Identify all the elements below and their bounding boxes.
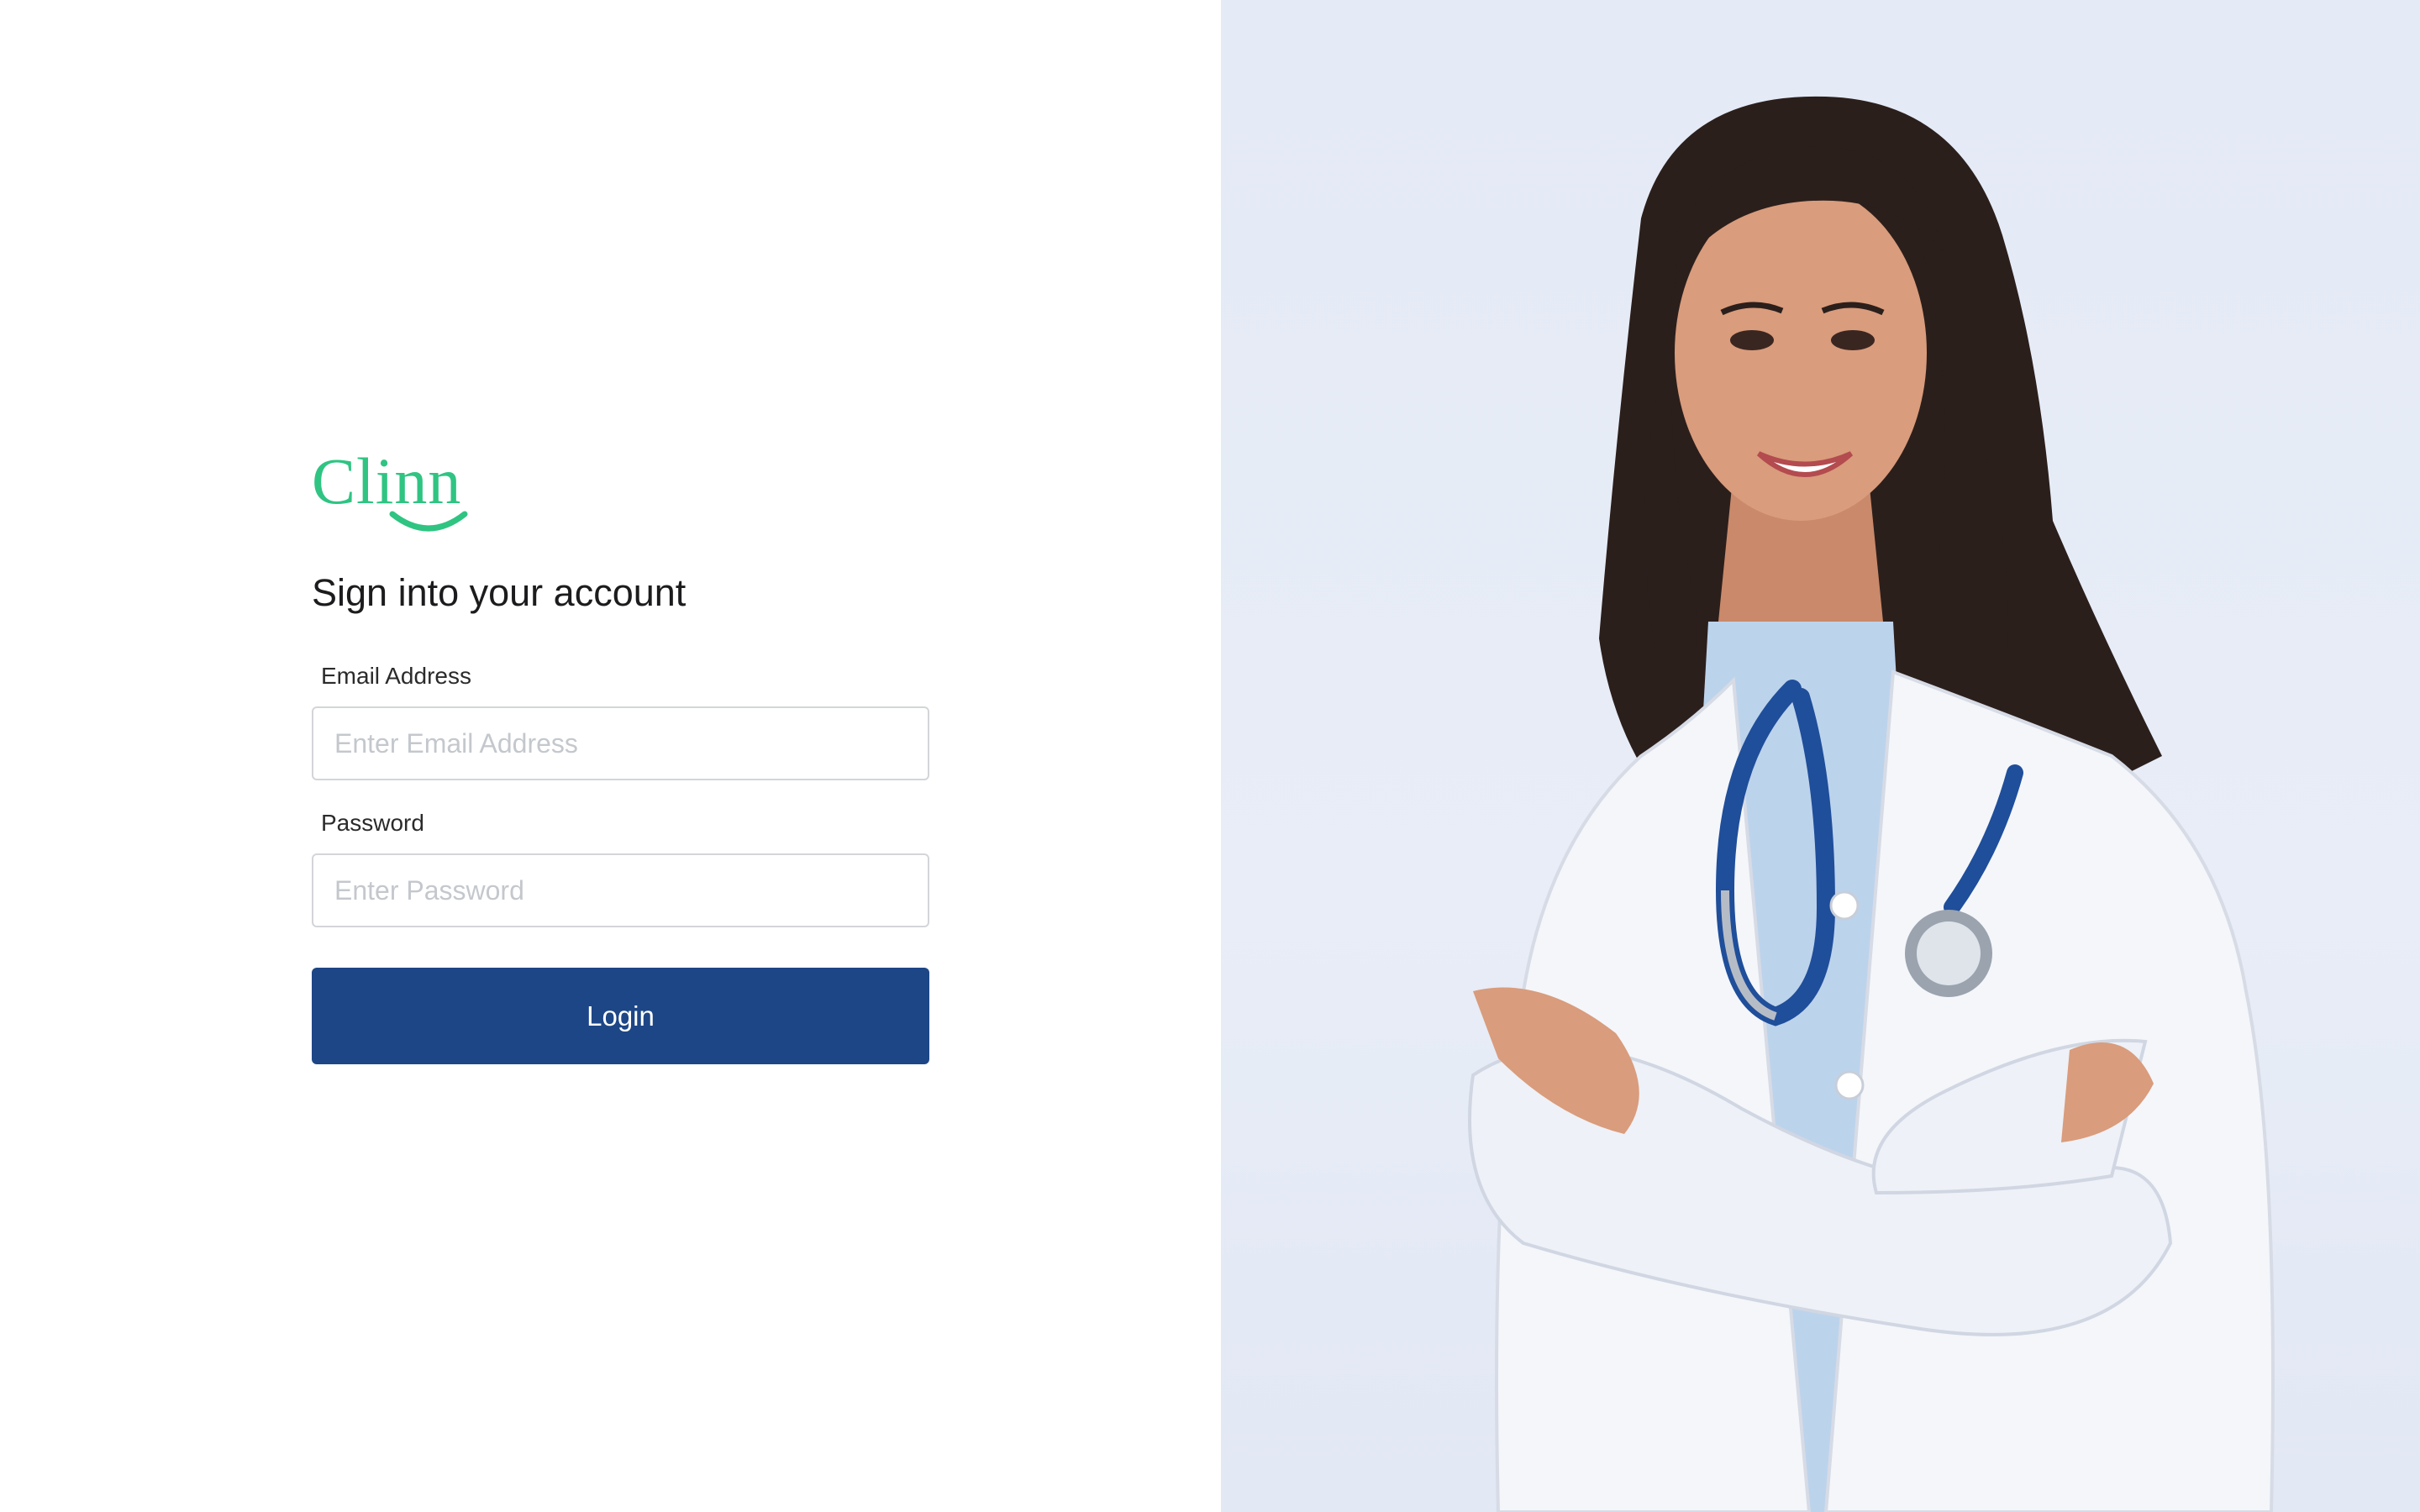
brand-logo: Clinn — [312, 445, 480, 533]
page-title: Sign into your account — [312, 571, 687, 614]
smile-icon — [389, 511, 468, 532]
doctor-photo — [1468, 96, 2275, 1512]
email-field[interactable] — [312, 706, 929, 780]
login-page: Clinn Sign into your account Email Addre… — [0, 0, 2420, 1512]
hero-panel — [1221, 0, 2420, 1512]
login-form: Clinn Sign into your account Email Addre… — [312, 445, 929, 1064]
email-label: Email Address — [321, 663, 471, 689]
brand-name: Clinn — [312, 444, 462, 517]
login-button[interactable]: Login — [312, 968, 929, 1064]
password-label: Password — [321, 810, 424, 836]
password-field[interactable] — [312, 853, 929, 927]
login-panel: Clinn Sign into your account Email Addre… — [0, 0, 1221, 1512]
